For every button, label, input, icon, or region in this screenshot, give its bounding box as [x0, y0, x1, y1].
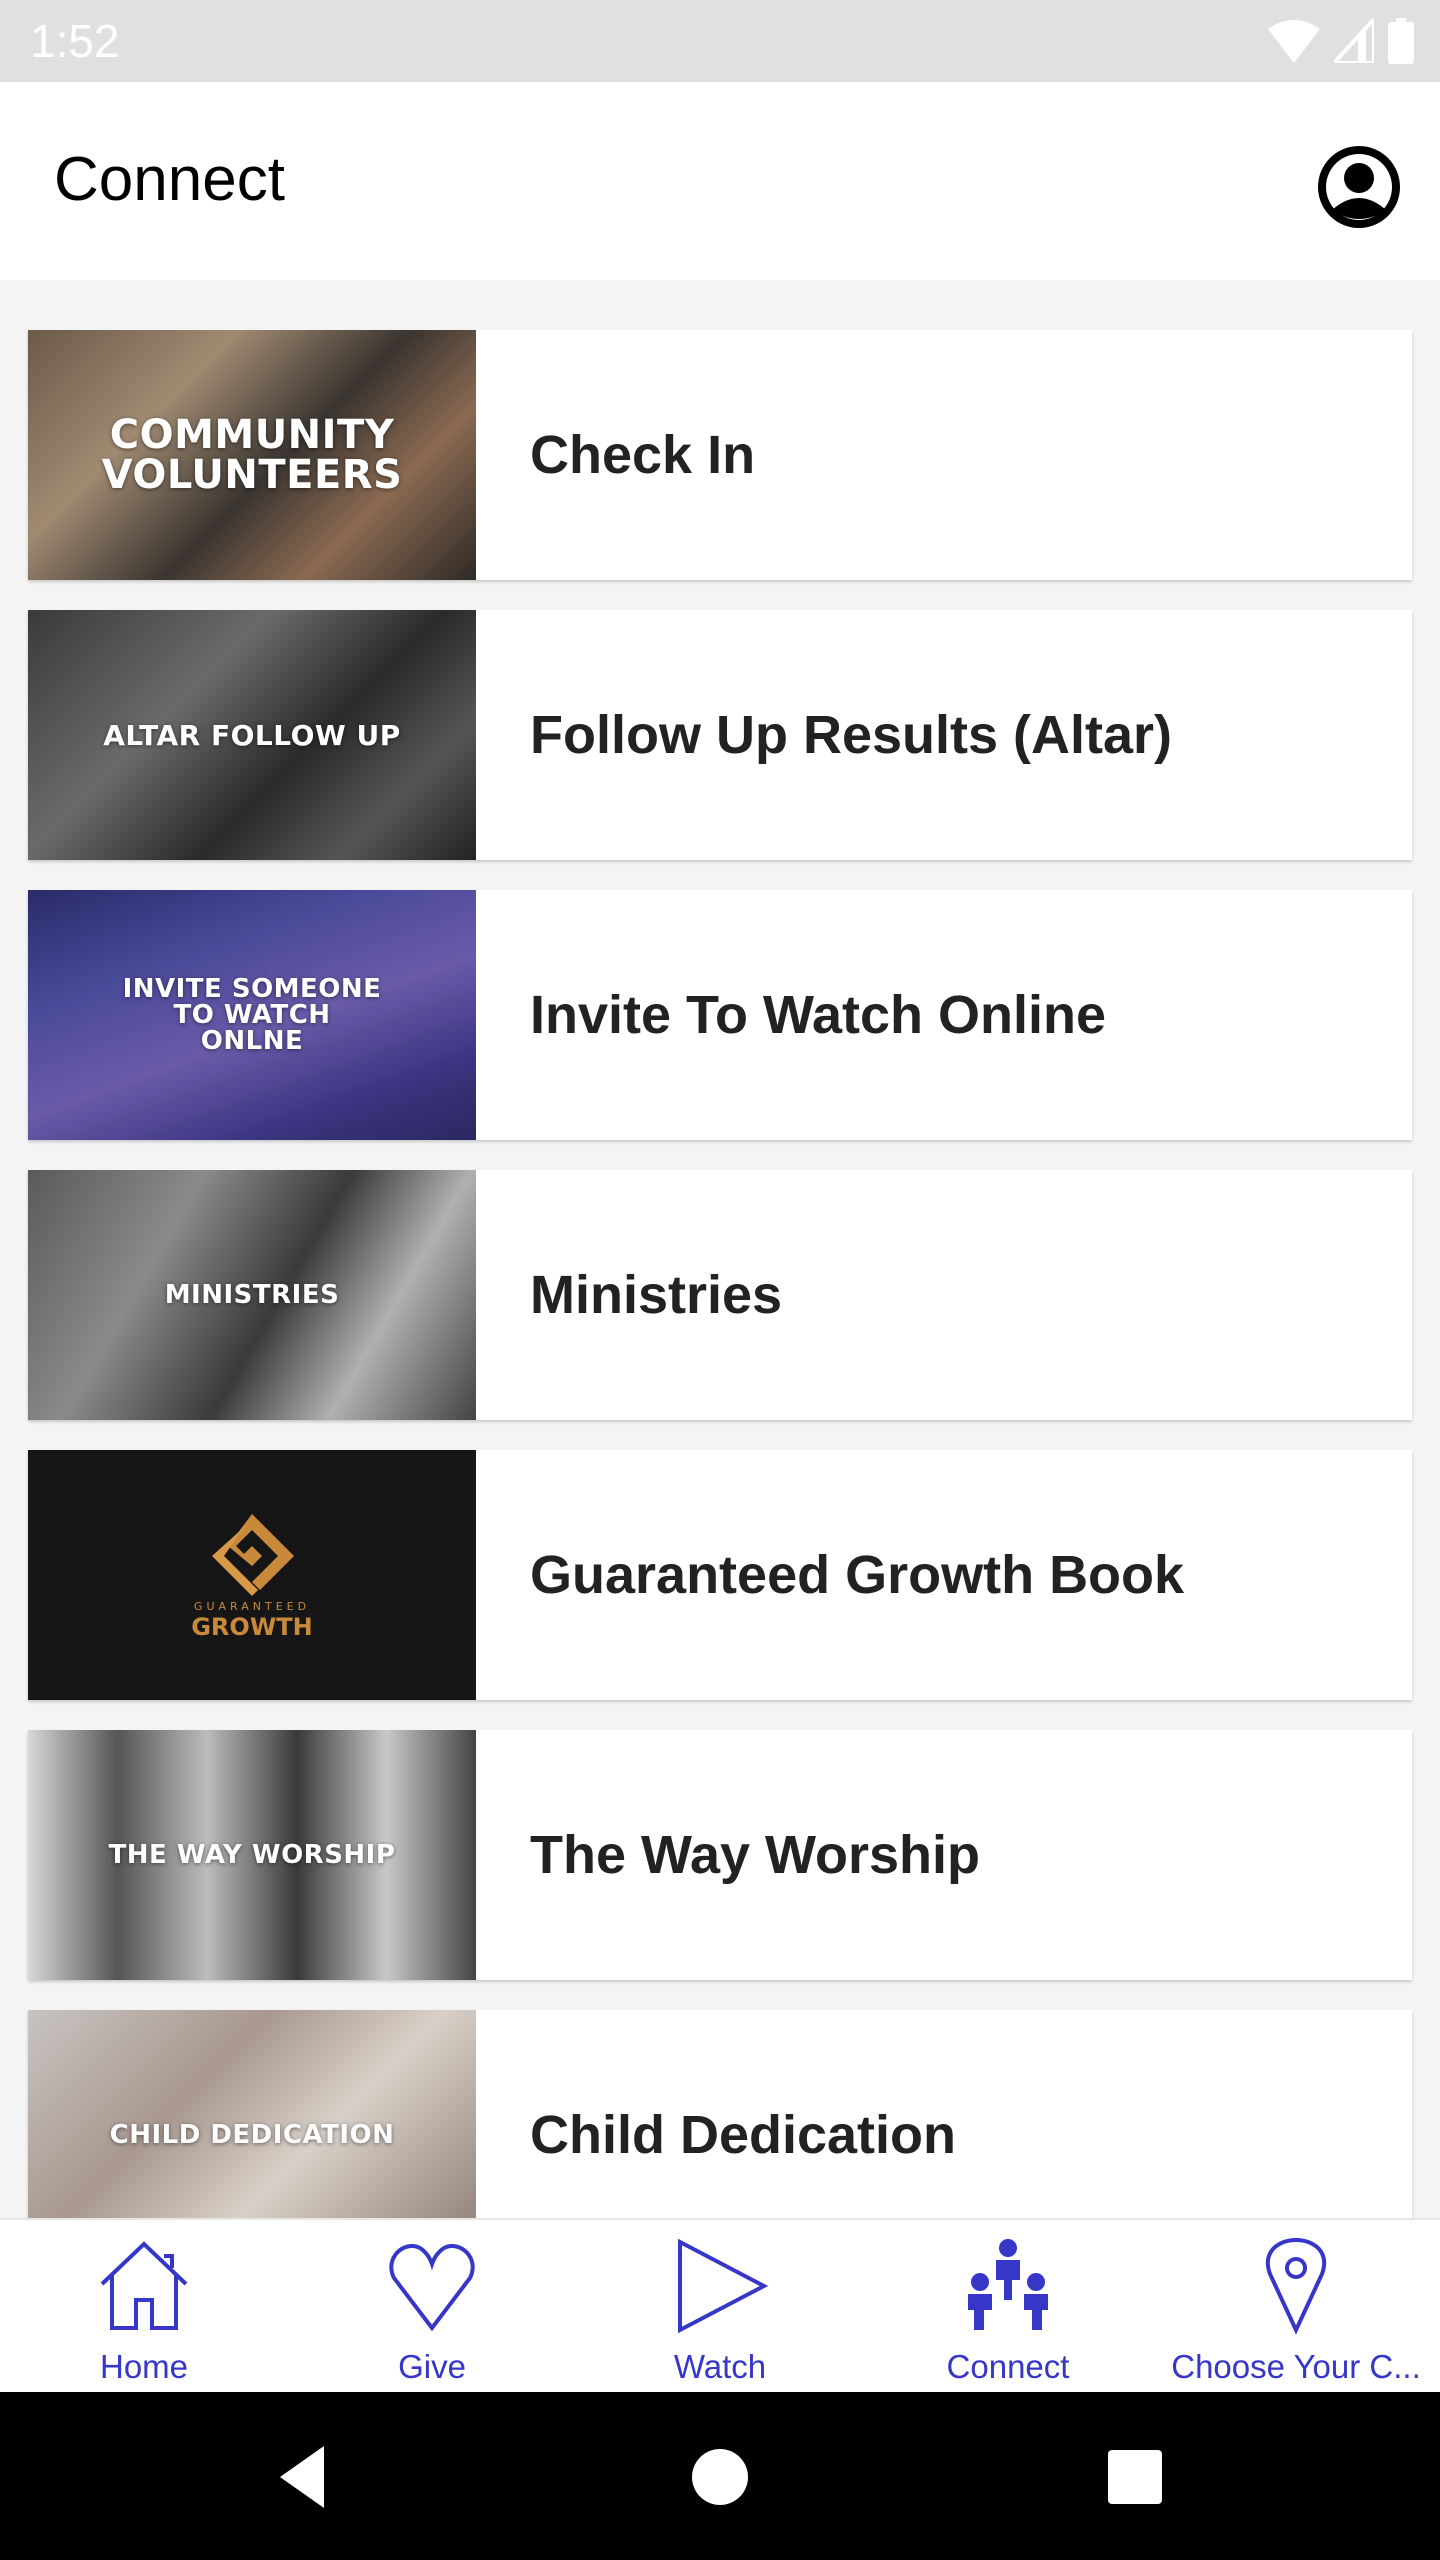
thumbnail-the-way-worship: THE WAY WORSHIP [28, 1730, 476, 1980]
wifi-icon [1268, 20, 1320, 63]
status-bar: 1:52 [0, 0, 1440, 82]
nav-watch[interactable]: Watch [576, 2220, 864, 2394]
home-icon [100, 2241, 188, 2330]
growth-subtitle: GUARANTEED [193, 1599, 311, 1613]
thumbnail-text: COMMUNITY VOLUNTEERS [101, 412, 403, 498]
nav-label: Choose Your C... [1171, 2348, 1421, 2385]
profile-button[interactable] [1318, 146, 1400, 228]
home-circle-icon[interactable] [685, 2442, 755, 2512]
nav-give[interactable]: Give [288, 2220, 576, 2394]
thumbnail-altar-follow-up: ALTAR FOLLOW UP [28, 610, 476, 860]
nav-connect[interactable]: Connect [864, 2220, 1152, 2394]
system-navigation-bar [0, 2392, 1440, 2560]
thumbnail-community-volunteers: COMMUNITY VOLUNTEERS [28, 330, 476, 580]
bottom-navigation: Home Give Watch Connect Choose Your C... [0, 2218, 1440, 2394]
people-icon [968, 2239, 1048, 2330]
cell-signal-icon [1334, 19, 1374, 63]
page-title: Connect [54, 145, 285, 214]
back-icon[interactable] [270, 2442, 340, 2512]
thumbnail-text: ALTAR FOLLOW UP [103, 718, 401, 752]
nav-home[interactable]: Home [0, 2220, 288, 2394]
thumbnail-text: CHILD DEDICATION [109, 2120, 395, 2150]
nav-choose-campus[interactable]: Choose Your C... [1152, 2220, 1440, 2394]
item-label: Ministries [530, 1265, 783, 1325]
list-item-guaranteed-growth[interactable]: GUARANTEED GUARANTEED GROWTH GROWTH Guar… [28, 1450, 1412, 1700]
thumbnail-invite-someone: INVITE SOMEONE TO WATCH ONLNE [28, 890, 476, 1140]
location-pin-icon [1266, 2238, 1326, 2334]
item-label: Invite To Watch Online [530, 985, 1107, 1045]
item-label: Check In [530, 425, 756, 485]
status-time: 1:52 [30, 15, 120, 67]
recents-icon[interactable] [1100, 2442, 1170, 2512]
thumbnail-guaranteed-growth: GUARANTEED GUARANTEED GROWTH GROWTH [28, 1450, 476, 1700]
status-icons [1268, 18, 1414, 64]
thumbnail-text: INVITE SOMEONE TO WATCH ONLNE [122, 974, 382, 1056]
list-item-check-in[interactable]: COMMUNITY VOLUNTEERS Check In [28, 330, 1412, 580]
thumbnail-text: MINISTRIES [164, 1280, 340, 1310]
thumbnail-ministries: MINISTRIES [28, 1170, 476, 1420]
list-item-the-way-worship[interactable]: THE WAY WORSHIP The Way Worship [28, 1730, 1412, 1980]
list-item-follow-up-results[interactable]: ALTAR FOLLOW UP Follow Up Results (Altar… [28, 610, 1412, 860]
list-item-ministries[interactable]: MINISTRIES Ministries [28, 1170, 1412, 1420]
play-icon [678, 2238, 768, 2334]
thumbnail-text: THE WAY WORSHIP [108, 1840, 396, 1870]
heart-icon [389, 2244, 475, 2332]
item-label: Follow Up Results (Altar) [530, 705, 1173, 765]
nav-label: Home [99, 2348, 189, 2385]
growth-title: GROWTH [191, 1612, 313, 1641]
item-label: The Way Worship [530, 1825, 981, 1885]
app-header: Connect [0, 82, 1440, 280]
battery-icon [1388, 18, 1414, 64]
nav-label: Connect [946, 2348, 1070, 2385]
list-item-invite-to-watch[interactable]: INVITE SOMEONE TO WATCH ONLNE Invite To … [28, 890, 1412, 1140]
item-label: Guaranteed Growth Book [530, 1545, 1185, 1605]
nav-label: Give [398, 2348, 466, 2385]
growth-logo-icon [212, 1513, 294, 1596]
account-circle-icon [1318, 146, 1400, 228]
nav-label: Watch [673, 2348, 767, 2385]
item-label: Child Dedication [530, 2105, 957, 2165]
